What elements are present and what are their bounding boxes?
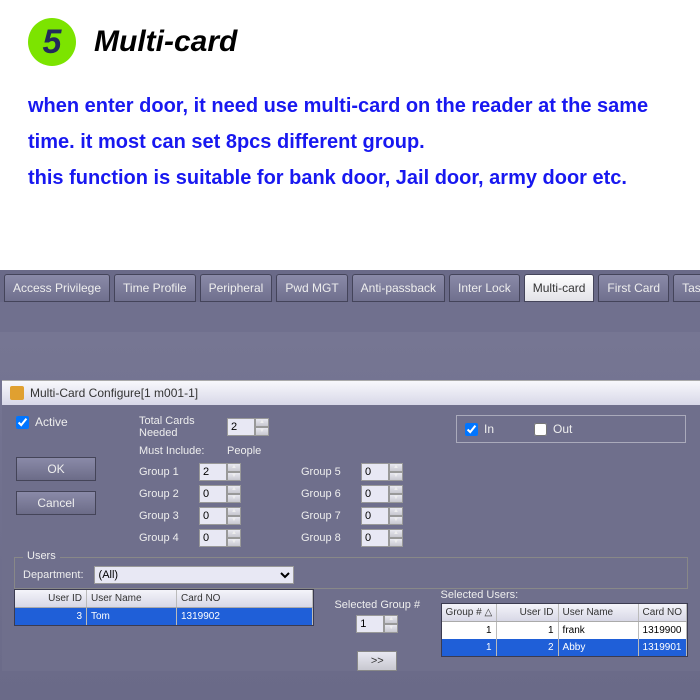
- in-checkbox-input[interactable]: [465, 423, 478, 436]
- col-user-id[interactable]: User ID: [497, 604, 559, 621]
- move-right-button[interactable]: >>: [357, 651, 397, 671]
- spin-down-icon[interactable]: ▼: [389, 472, 403, 481]
- active-checkbox-input[interactable]: [16, 416, 29, 429]
- multi-card-dialog: Multi-Card Configure[1 m001-1] Active OK…: [2, 380, 700, 671]
- col-user-name[interactable]: User Name: [87, 590, 177, 607]
- tab-multi-card[interactable]: Multi-card: [524, 274, 595, 302]
- cancel-button[interactable]: Cancel: [16, 491, 96, 515]
- total-cards-spinner[interactable]: ▲▼: [227, 418, 269, 436]
- selected-users-table[interactable]: Group # △ User ID User Name Card NO 11fr…: [441, 603, 688, 657]
- spin-down-icon[interactable]: ▼: [384, 624, 398, 633]
- dialog-title-text: Multi-Card Configure[1 m001-1]: [30, 386, 198, 400]
- col-user-name[interactable]: User Name: [559, 604, 639, 621]
- spin-down-icon[interactable]: ▼: [255, 427, 269, 436]
- users-fieldset: Users Department: (All): [14, 557, 688, 589]
- selected-group-label: Selected Group #: [334, 599, 420, 611]
- spin-up-icon[interactable]: ▲: [227, 529, 241, 538]
- must-include-label: Must Include:: [139, 445, 219, 457]
- spin-down-icon[interactable]: ▼: [227, 538, 241, 547]
- page-title: Multi-card: [94, 25, 237, 59]
- active-checkbox[interactable]: Active: [16, 415, 121, 429]
- users-table[interactable]: User ID User Name Card NO 3Tom1319902: [14, 589, 314, 626]
- dialog-titlebar: Multi-Card Configure[1 m001-1]: [2, 381, 700, 405]
- total-cards-input[interactable]: [227, 418, 255, 436]
- spin-up-icon[interactable]: ▲: [389, 485, 403, 494]
- spin-up-icon[interactable]: ▲: [389, 529, 403, 538]
- tab-access-privilege[interactable]: Access Privilege: [4, 274, 110, 302]
- spin-up-icon[interactable]: ▲: [255, 418, 269, 427]
- selected-users-legend: Selected Users:: [441, 589, 688, 601]
- selected-group-input[interactable]: [356, 615, 384, 633]
- table-row[interactable]: 11frank1319900: [442, 622, 687, 639]
- spin-down-icon[interactable]: ▼: [389, 516, 403, 525]
- out-checkbox[interactable]: Out: [534, 422, 572, 436]
- tab-inter-lock[interactable]: Inter Lock: [449, 274, 520, 302]
- spin-down-icon[interactable]: ▼: [389, 494, 403, 503]
- tab-bar: Access PrivilegeTime ProfilePeripheralPw…: [0, 270, 700, 302]
- tab-anti-passback[interactable]: Anti-passback: [352, 274, 445, 302]
- spin-down-icon[interactable]: ▼: [227, 494, 241, 503]
- department-select[interactable]: (All): [94, 566, 294, 584]
- tab-first-card[interactable]: First Card: [598, 274, 669, 302]
- must-include-right: People: [227, 445, 261, 457]
- tab-pwd-mgt[interactable]: Pwd MGT: [276, 274, 347, 302]
- col-user-id[interactable]: User ID: [15, 590, 87, 607]
- users-legend: Users: [23, 550, 60, 562]
- total-cards-label: Total Cards Needed: [139, 415, 219, 439]
- spin-down-icon[interactable]: ▼: [227, 472, 241, 481]
- col-card-no[interactable]: Card NO: [639, 604, 687, 621]
- spin-up-icon[interactable]: ▲: [389, 463, 403, 472]
- description-text: when enter door, it need use multi-card …: [0, 76, 700, 220]
- out-checkbox-input[interactable]: [534, 423, 547, 436]
- dialog-icon: [10, 386, 24, 400]
- spin-up-icon[interactable]: ▲: [384, 615, 398, 624]
- col-card-no[interactable]: Card NO: [177, 590, 313, 607]
- spin-down-icon[interactable]: ▼: [227, 516, 241, 525]
- spin-down-icon[interactable]: ▼: [389, 538, 403, 547]
- tab-time-profile[interactable]: Time Profile: [114, 274, 196, 302]
- tab-peripheral[interactable]: Peripheral: [200, 274, 273, 302]
- spin-up-icon[interactable]: ▲: [227, 507, 241, 516]
- ok-button[interactable]: OK: [16, 457, 96, 481]
- selected-group-spinner[interactable]: ▲▼: [356, 615, 398, 633]
- in-checkbox[interactable]: In: [465, 422, 494, 436]
- step-number-badge: 5: [28, 18, 76, 66]
- app-window: Access PrivilegeTime ProfilePeripheralPw…: [0, 270, 700, 700]
- spin-up-icon[interactable]: ▲: [389, 507, 403, 516]
- tab-task-list[interactable]: Task List: [673, 274, 700, 302]
- spin-up-icon[interactable]: ▲: [227, 463, 241, 472]
- spin-up-icon[interactable]: ▲: [227, 485, 241, 494]
- department-label: Department:: [23, 569, 84, 581]
- table-row[interactable]: 3Tom1319902: [15, 608, 313, 625]
- col-group[interactable]: Group # △: [442, 604, 497, 621]
- table-row[interactable]: 12Abby1319901: [442, 639, 687, 656]
